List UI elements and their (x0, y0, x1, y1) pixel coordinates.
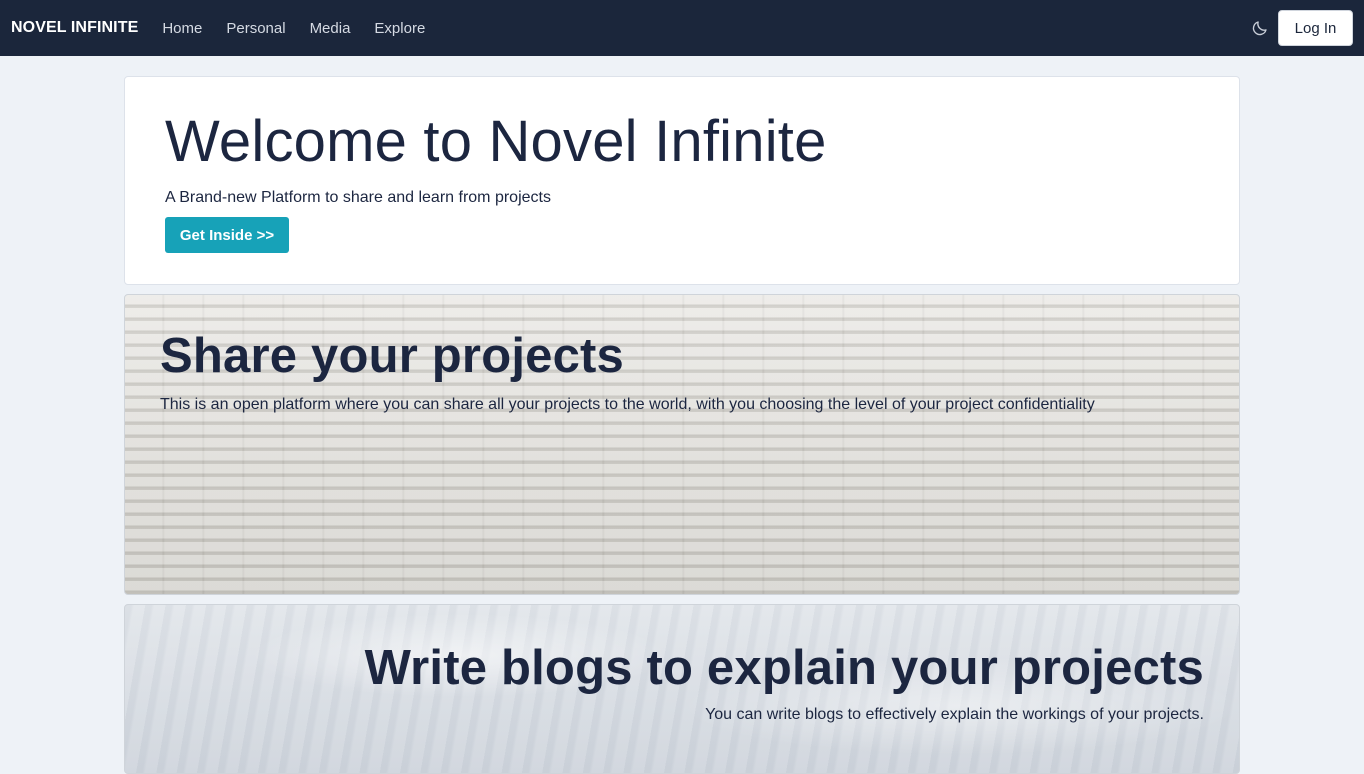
moon-icon[interactable] (1250, 18, 1270, 38)
nav-links: Home Personal Media Explore (150, 20, 437, 37)
feature-share-projects: Share your projects This is an open plat… (124, 294, 1240, 595)
hero-title: Welcome to Novel Infinite (165, 109, 827, 174)
get-inside-button[interactable]: Get Inside >> (165, 217, 289, 253)
nav-right: Log In (1250, 10, 1353, 46)
hero-subtitle: A Brand-new Platform to share and learn … (165, 189, 551, 206)
brand-logo[interactable]: NOVEL INFINITE (11, 19, 138, 37)
main-content: Welcome to Novel Infinite A Brand-new Pl… (124, 76, 1240, 774)
top-navbar: NOVEL INFINITE Home Personal Media Explo… (0, 0, 1364, 56)
nav-link-personal[interactable]: Personal (214, 20, 297, 37)
nav-link-media[interactable]: Media (298, 20, 363, 37)
feature-write-blogs: Write blogs to explain your projects You… (124, 604, 1240, 774)
feature-text: This is an open platform where you can s… (160, 396, 1095, 414)
feature-title: Write blogs to explain your projects (364, 641, 1204, 695)
login-button[interactable]: Log In (1278, 10, 1353, 46)
hero-card: Welcome to Novel Infinite A Brand-new Pl… (124, 76, 1240, 285)
nav-link-explore[interactable]: Explore (362, 20, 437, 37)
feature-title: Share your projects (160, 329, 625, 383)
feature-text: You can write blogs to effectively expla… (705, 706, 1204, 724)
nav-link-home[interactable]: Home (150, 20, 214, 37)
